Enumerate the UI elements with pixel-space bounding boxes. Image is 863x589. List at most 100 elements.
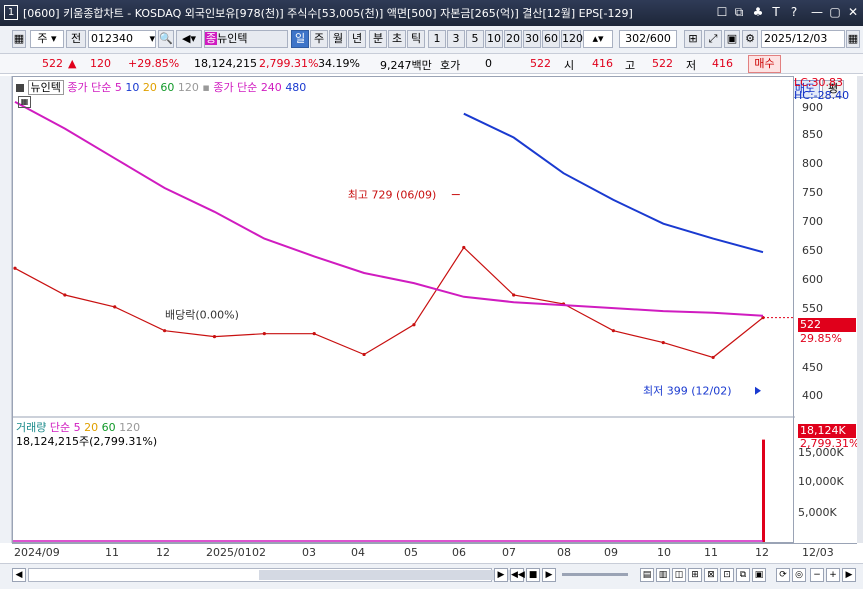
scroll-end-icon[interactable]: ▶ xyxy=(842,568,856,582)
timeframe-tick[interactable]: 틱 xyxy=(407,30,425,48)
y-tick: 750 xyxy=(802,186,823,199)
interval-20[interactable]: 20 xyxy=(504,30,522,48)
right-scrollbar[interactable] xyxy=(857,76,863,543)
high-label: 고 xyxy=(625,59,636,72)
tool-icon[interactable]: ◫ xyxy=(672,568,686,582)
y-tick: 800 xyxy=(802,157,823,170)
maximize-icon[interactable]: ▢ xyxy=(827,4,843,20)
calendar-icon[interactable]: ▦ xyxy=(846,30,860,48)
tool-icon[interactable]: ▤ xyxy=(640,568,654,582)
open-value: 416 xyxy=(592,57,613,70)
grid-icon[interactable]: ▦ xyxy=(18,96,31,108)
tool-icon[interactable]: ⊞ xyxy=(688,568,702,582)
date-field[interactable]: 2025/12/03 xyxy=(761,30,845,48)
low-label: 최저 399 (12/02) xyxy=(643,385,732,398)
window-btn-icon[interactable]: ☐ xyxy=(714,4,730,20)
timeframe-second[interactable]: 초 xyxy=(388,30,406,48)
prefix-button[interactable]: 전 xyxy=(66,30,86,48)
interval-1[interactable]: 1 xyxy=(428,30,446,48)
y-tick: 650 xyxy=(802,244,823,257)
speed-slider[interactable] xyxy=(562,573,628,576)
scroll-right-icon[interactable]: ▶ xyxy=(494,568,508,582)
stock-name: 뉴인텍 xyxy=(217,32,248,45)
y-tick: 550 xyxy=(802,302,823,315)
x-tick: 12/03 xyxy=(802,546,834,559)
period-type-select[interactable]: 주 ▾ xyxy=(30,30,64,48)
low-marker xyxy=(755,386,761,395)
text-icon[interactable]: T xyxy=(768,4,784,20)
hoga-label: 호가 xyxy=(440,59,461,72)
legend-ma-240: 240 xyxy=(260,81,282,94)
data-point xyxy=(512,293,516,297)
interval-30[interactable]: 30 xyxy=(523,30,541,48)
stock-name-field[interactable]: 종뉴인텍 xyxy=(204,30,288,48)
restore-icon[interactable]: ⧉ xyxy=(731,4,747,20)
buy-button[interactable]: 매수 xyxy=(748,55,781,73)
close-icon[interactable]: ✕ xyxy=(845,4,861,20)
sound-icon[interactable]: ◀▾ xyxy=(176,30,202,48)
count-field[interactable]: 302/600 xyxy=(619,30,677,48)
interval-120[interactable]: 120 xyxy=(561,30,583,48)
x-tick: 2024/09 xyxy=(14,546,60,559)
interval-10[interactable]: 10 xyxy=(485,30,503,48)
data-point xyxy=(362,352,366,357)
link-icon[interactable]: ♣ xyxy=(750,4,766,20)
draw-icon[interactable]: ⤢ xyxy=(704,30,722,48)
tool-icon[interactable]: ⊠ xyxy=(704,568,718,582)
interval-input[interactable]: ▴▾ xyxy=(583,30,613,48)
horizontal-scrollbar[interactable] xyxy=(28,568,519,582)
stock-code-input[interactable]: 012340 ▾ xyxy=(88,30,156,48)
refresh-icon[interactable]: ⟳ xyxy=(776,568,790,582)
timeframe-day[interactable]: 일 xyxy=(291,30,309,48)
window-number: 1 xyxy=(4,5,18,20)
up-arrow-icon: ▲ xyxy=(68,57,77,70)
period-type-value: 주 xyxy=(37,32,48,45)
legend-square-icon xyxy=(16,84,24,92)
timeframe-month[interactable]: 월 xyxy=(329,30,347,48)
play-icon[interactable]: ▶ xyxy=(542,568,556,582)
quote-amount: 9,247백만 xyxy=(380,59,432,72)
data-point xyxy=(711,355,715,360)
tool-icon[interactable]: ▣ xyxy=(752,568,766,582)
volume-tick: 5,000K xyxy=(798,506,837,519)
price-legend: 뉴인텍 종가 단순 5 10 20 60 120 ▪ 종가 단순 240 480 xyxy=(16,79,306,95)
tool-icon[interactable]: ⊡ xyxy=(720,568,734,582)
timeframe-week[interactable]: 주 xyxy=(310,30,328,48)
x-tick: 04 xyxy=(351,546,365,559)
window-title: [0600] 키움종합차트 - KOSDAQ 외국인보유[978(천)] 주식수… xyxy=(23,7,633,20)
price-axis: 900 850 800 750 700 650 600 550 450 400 … xyxy=(794,76,859,543)
scroll-left-icon[interactable]: ◀ xyxy=(12,568,26,582)
price-volume-chart: 최고 729 (06/09) 최저 399 (12/02) 배당락(0.00%) xyxy=(13,101,795,542)
data-point xyxy=(412,323,416,327)
zoom-out-icon[interactable]: − xyxy=(810,568,824,582)
tool-icon[interactable]: ⧉ xyxy=(736,568,750,582)
tool-icon[interactable]: ▥ xyxy=(656,568,670,582)
quote-volume-pct: 2,799.31% xyxy=(259,57,319,70)
chart-icon[interactable]: ⊞ xyxy=(684,30,702,48)
quote-change: 120 xyxy=(90,57,111,70)
volume-tick: 15,000K xyxy=(798,446,844,459)
menu-icon[interactable]: ▦ xyxy=(12,30,26,48)
help-icon[interactable]: ? xyxy=(786,4,802,20)
interval-3[interactable]: 3 xyxy=(447,30,465,48)
date-value: 2025/12/03 xyxy=(764,32,828,45)
stop-icon[interactable]: ■ xyxy=(526,568,540,582)
rewind-icon[interactable]: ◀◀ xyxy=(510,568,525,582)
hoga-price: 522 xyxy=(530,57,551,70)
data-point xyxy=(661,340,665,345)
legend-long-label: 종가 단순 xyxy=(213,81,258,94)
save-icon[interactable]: ▣ xyxy=(724,30,740,48)
data-point xyxy=(611,329,616,333)
gear-icon[interactable]: ⚙ xyxy=(742,30,758,48)
minimize-icon[interactable]: — xyxy=(809,4,825,20)
timeframe-minute[interactable]: 분 xyxy=(369,30,387,48)
timeframe-year[interactable]: 년 xyxy=(348,30,366,48)
search-icon[interactable]: 🔍 xyxy=(158,30,174,48)
zoom-in-icon[interactable]: + xyxy=(826,568,840,582)
left-tool-strip xyxy=(0,76,12,543)
title-bar: 1 [0600] 키움종합차트 - KOSDAQ 외국인보유[978(천)] 주… xyxy=(0,0,863,26)
reset-icon[interactable]: ◎ xyxy=(792,568,806,582)
y-tick: 900 xyxy=(802,101,823,114)
interval-5[interactable]: 5 xyxy=(466,30,484,48)
interval-60[interactable]: 60 xyxy=(542,30,560,48)
